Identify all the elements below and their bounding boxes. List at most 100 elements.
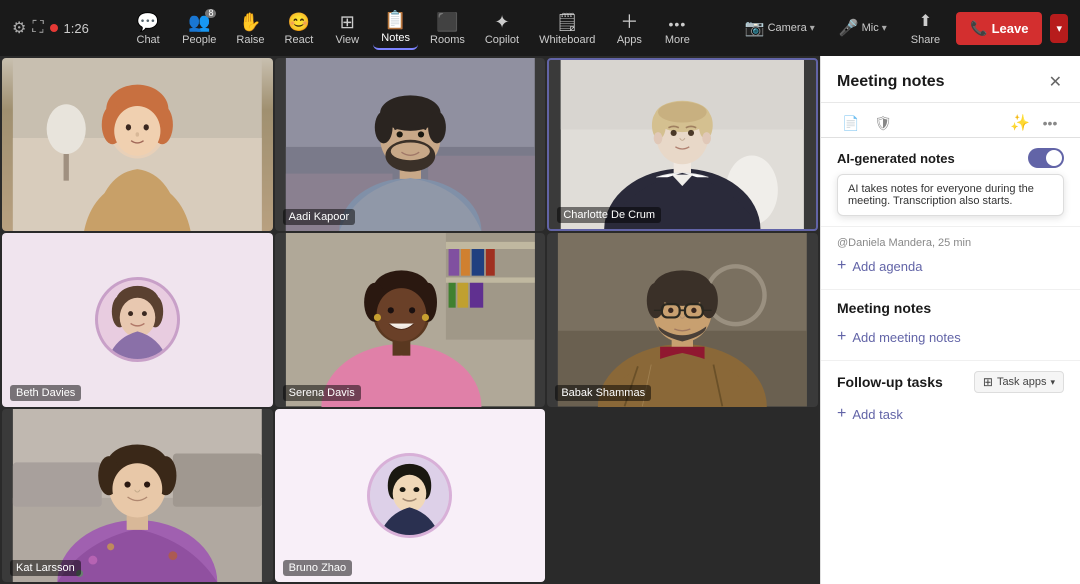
participant-name-serena: Serena Davis bbox=[283, 385, 361, 401]
nav-camera[interactable]: 📷 Camera ▾ bbox=[737, 14, 823, 42]
notes-tab-icon[interactable]: 📄 bbox=[837, 109, 865, 137]
add-task-row[interactable]: + Add task bbox=[837, 401, 1064, 427]
close-button[interactable]: ✕ bbox=[1047, 70, 1064, 94]
panel-header: Meeting notes ✕ bbox=[821, 56, 1080, 103]
video-cell-kat: Kat Larsson bbox=[2, 409, 273, 582]
leave-button[interactable]: 📞 Leave bbox=[956, 12, 1042, 45]
add-agenda-plus-icon: + bbox=[837, 257, 846, 275]
ai-generated-section: AI-generated notes AI takes notes for ev… bbox=[821, 138, 1080, 227]
panel-tabs: 📄 🛡 ✨ ••• bbox=[821, 103, 1080, 138]
add-meeting-notes-row[interactable]: + Add meeting notes bbox=[837, 324, 1064, 350]
view-icon: ⊞ bbox=[340, 13, 355, 31]
raise-label: Raise bbox=[236, 34, 264, 46]
leave-label: Leave bbox=[992, 21, 1029, 36]
top-bar-icons-left: ⚙ ⛶ 1:26 bbox=[12, 18, 89, 38]
panel-title: Meeting notes bbox=[837, 73, 945, 91]
add-task-label: Add task bbox=[852, 407, 903, 422]
people-label: People bbox=[182, 34, 216, 46]
ai-tooltip-text: AI takes notes for everyone during the m… bbox=[848, 183, 1034, 207]
agenda-assigned: @Daniela Mandera, 25 min bbox=[837, 237, 1064, 249]
leave-dropdown-button[interactable]: ▾ bbox=[1050, 14, 1068, 43]
chat-label: Chat bbox=[137, 34, 160, 46]
meeting-notes-panel: Meeting notes ✕ 📄 🛡 ✨ ••• AI-generated n… bbox=[820, 56, 1080, 584]
more-icon: ••• bbox=[669, 17, 687, 31]
participant-name-bruno: Bruno Zhao bbox=[283, 560, 352, 576]
nav-raise[interactable]: ✋ Raise bbox=[228, 9, 272, 50]
nav-notes[interactable]: 📋 Notes bbox=[373, 7, 418, 50]
participant-name-charlotte: Charlotte De Crum bbox=[557, 207, 661, 223]
followup-tasks-section: Follow-up tasks ⊞ Task apps ▾ + Add task bbox=[821, 361, 1080, 584]
timer-display: 1:26 bbox=[64, 21, 89, 36]
nav-view[interactable]: ⊞ View bbox=[325, 9, 369, 50]
network-icon[interactable]: ⛶ bbox=[32, 19, 43, 37]
task-apps-label: Task apps bbox=[997, 376, 1047, 388]
whiteboard-icon: 🗒 bbox=[556, 13, 579, 31]
video-cell-babak: Babak Shammas bbox=[547, 233, 818, 406]
react-icon: 😊 bbox=[288, 13, 310, 31]
chat-icon: 💬 bbox=[137, 13, 159, 31]
react-label: React bbox=[285, 34, 314, 46]
main-area: Aadi Kapoor bbox=[0, 56, 1080, 584]
copilot-icon: ✦ bbox=[494, 13, 509, 31]
nav-react[interactable]: 😊 React bbox=[277, 9, 322, 50]
rooms-label: Rooms bbox=[430, 34, 465, 46]
ai-tooltip: AI takes notes for everyone during the m… bbox=[837, 174, 1064, 216]
nav-rooms[interactable]: ⬛ Rooms bbox=[422, 9, 473, 50]
meeting-notes-section-title: Meeting notes bbox=[837, 300, 1064, 316]
camera-chevron[interactable]: ▾ bbox=[810, 23, 815, 34]
participant-name-aadi: Aadi Kapoor bbox=[283, 209, 356, 225]
nav-share[interactable]: ⬆ Share bbox=[903, 7, 948, 50]
followup-header: Follow-up tasks ⊞ Task apps ▾ bbox=[837, 371, 1064, 393]
nav-mic[interactable]: 🎤 Mic ▾ bbox=[831, 14, 895, 42]
task-apps-chevron: ▾ bbox=[1050, 377, 1055, 388]
raise-icon: ✋ bbox=[239, 13, 261, 31]
shield-tab-icon[interactable]: 🛡 bbox=[869, 109, 897, 137]
add-task-plus-icon: + bbox=[837, 405, 846, 423]
apps-icon: ＋ bbox=[620, 13, 638, 31]
task-apps-grid-icon: ⊞ bbox=[983, 375, 993, 389]
nav-people[interactable]: 👥8 People bbox=[174, 9, 224, 50]
whiteboard-label: Whiteboard bbox=[539, 34, 595, 46]
nav-apps[interactable]: ＋ Apps bbox=[607, 9, 651, 50]
video-cell-aadi: Aadi Kapoor bbox=[275, 58, 546, 231]
add-agenda-row[interactable]: + Add agenda bbox=[837, 253, 1064, 279]
nav-copilot[interactable]: ✦ Copilot bbox=[477, 9, 527, 50]
sparkle-icon[interactable]: ✨ bbox=[1006, 109, 1034, 137]
copilot-label: Copilot bbox=[485, 34, 519, 46]
top-bar-left: ⚙ ⛶ 1:26 bbox=[12, 18, 89, 38]
people-icon: 👥8 bbox=[188, 13, 210, 31]
video-cell-beth: Beth Davies bbox=[2, 233, 273, 406]
ai-toggle-label: AI-generated notes bbox=[837, 151, 955, 166]
meeting-notes-content-section: Meeting notes + Add meeting notes bbox=[821, 290, 1080, 361]
add-agenda-label: Add agenda bbox=[852, 259, 922, 274]
share-icon: ⬆ bbox=[919, 11, 932, 31]
nav-whiteboard[interactable]: 🗒 Whiteboard bbox=[531, 9, 603, 50]
rooms-icon: ⬛ bbox=[436, 13, 458, 31]
recording-dot bbox=[50, 24, 58, 32]
mic-label: Mic bbox=[862, 22, 879, 34]
participant-name-babak: Babak Shammas bbox=[555, 385, 651, 401]
nav-chat[interactable]: 💬 Chat bbox=[126, 9, 170, 50]
apps-label: Apps bbox=[617, 34, 642, 46]
mic-chevron[interactable]: ▾ bbox=[882, 23, 887, 34]
video-grid: Aadi Kapoor bbox=[0, 56, 820, 584]
notes-label: Notes bbox=[381, 32, 410, 44]
add-notes-plus-icon: + bbox=[837, 328, 846, 346]
top-bar: ⚙ ⛶ 1:26 💬 Chat 👥8 People ✋ Raise 😊 Reac… bbox=[0, 0, 1080, 56]
camera-icon: 📷 bbox=[745, 18, 765, 38]
add-meeting-notes-label: Add meeting notes bbox=[852, 330, 960, 345]
task-apps-button[interactable]: ⊞ Task apps ▾ bbox=[974, 371, 1064, 393]
nav-more[interactable]: ••• More bbox=[655, 13, 699, 50]
more-options-icon[interactable]: ••• bbox=[1036, 109, 1064, 137]
mic-icon: 🎤 bbox=[839, 18, 859, 38]
ai-toggle[interactable] bbox=[1028, 148, 1064, 168]
more-label: More bbox=[665, 34, 690, 46]
top-bar-right: 📷 Camera ▾ 🎤 Mic ▾ ⬆ Share 📞 Leave ▾ bbox=[737, 7, 1068, 50]
camera-label: Camera bbox=[768, 22, 807, 34]
video-cell-serena: Serena Davis bbox=[275, 233, 546, 406]
notes-icon: 📋 bbox=[384, 11, 406, 29]
settings-icon[interactable]: ⚙ bbox=[12, 18, 26, 38]
ai-toggle-row: AI-generated notes bbox=[837, 148, 1064, 168]
top-bar-center: 💬 Chat 👥8 People ✋ Raise 😊 React ⊞ View … bbox=[126, 7, 699, 50]
video-cell-0 bbox=[2, 58, 273, 231]
